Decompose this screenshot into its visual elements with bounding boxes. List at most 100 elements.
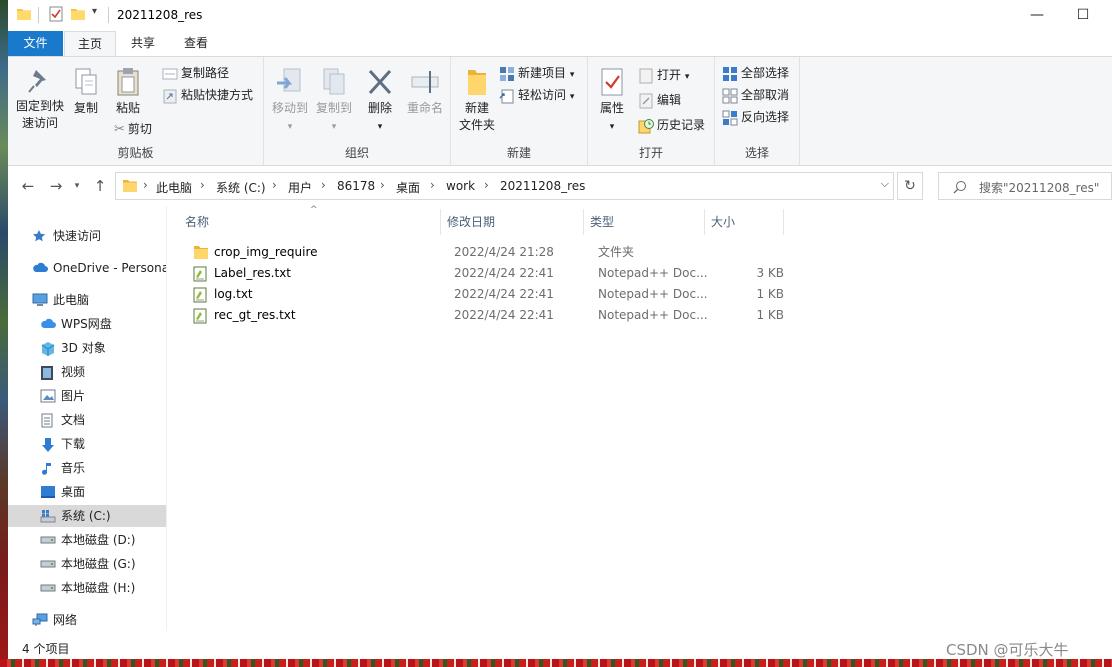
nav-item-videos[interactable]: 视频 (8, 361, 166, 383)
select-all-icon (723, 66, 737, 81)
column-header-name[interactable]: 名称 (185, 211, 435, 233)
column-separator[interactable] (783, 209, 784, 235)
address-dropdown-icon[interactable]: ⌵ (881, 177, 889, 191)
new-item-button[interactable]: 新建项目 ▾ (499, 63, 574, 83)
search-box[interactable]: 搜索"20211208_res" (938, 172, 1112, 200)
open-button[interactable]: 打开 ▾ (638, 65, 689, 85)
invert-selection-button[interactable]: 反向选择 (722, 107, 789, 127)
ribbon-tabs: 文件 主页 共享 查看 (8, 31, 1112, 57)
column-header-type[interactable]: 类型 (590, 211, 700, 233)
nav-item-pictures[interactable]: 图片 (8, 385, 166, 407)
copy-icon (75, 68, 97, 95)
tab-file[interactable]: 文件 (8, 31, 63, 56)
back-arrow-icon[interactable]: ← (17, 176, 39, 196)
file-list: ^ 名称 修改日期 类型 大小 crop_img_require 2022/4/… (167, 205, 1112, 631)
table-row[interactable]: rec_gt_res.txt 2022/4/24 22:41 Notepad++… (183, 305, 784, 326)
breadcrumb-86178[interactable]: 86178 (337, 179, 375, 193)
new-folder-icon[interactable] (70, 6, 86, 22)
paste-shortcut-button[interactable]: 粘贴快捷方式 (162, 85, 253, 105)
delete-label: 删除 (367, 101, 392, 115)
nav-item-this-pc[interactable]: 此电脑 (8, 289, 166, 311)
new-group: 新建 文件夹 新建项目 ▾ 轻松访问 ▾ 新建 (451, 57, 588, 165)
nav-item-drive-d[interactable]: 本地磁盘 (D:) (8, 529, 166, 551)
column-separator[interactable] (704, 209, 705, 235)
table-row[interactable]: crop_img_require 2022/4/24 21:28 文件夹 (183, 242, 783, 263)
file-modified: 2022/4/24 21:28 (454, 245, 554, 259)
pin-quick-access-button[interactable]: 固定到快 速访问 (14, 67, 66, 132)
breadcrumb-separator: › (484, 178, 489, 192)
edit-button[interactable]: 编辑 (638, 90, 681, 110)
new-folder-button[interactable]: 新建 文件夹 (455, 67, 499, 134)
column-header-size[interactable]: 大小 (711, 211, 781, 233)
nav-item-music[interactable]: 音乐 (8, 457, 166, 479)
nav-label: 本地磁盘 (H:) (61, 581, 136, 595)
video-icon (41, 366, 53, 380)
nav-item-network[interactable]: 网络 (8, 609, 166, 631)
breadcrumb-this-pc[interactable]: 此电脑 (156, 179, 192, 196)
nav-item-system-c[interactable]: 系统 (C:) (8, 505, 166, 527)
select-all-button[interactable]: 全部选择 (722, 63, 789, 83)
refresh-button[interactable]: ↻ (897, 172, 923, 200)
nav-item-documents[interactable]: 文档 (8, 409, 166, 431)
nav-item-drive-g[interactable]: 本地磁盘 (G:) (8, 553, 166, 575)
title-bar: ▾ 20211208_res — ☐ (8, 0, 1112, 31)
maximize-button[interactable]: ☐ (1060, 4, 1106, 26)
nav-item-desktop[interactable]: 桌面 (8, 481, 166, 503)
properties-button[interactable]: 属性 ▾ (594, 67, 630, 136)
table-row[interactable]: log.txt 2022/4/24 22:41 Notepad++ Doc...… (183, 284, 784, 305)
picture-icon (40, 389, 56, 403)
delete-button[interactable]: 删除 ▾ (364, 67, 396, 136)
move-to-button[interactable]: 移动到 ▾ (268, 67, 312, 136)
nav-label: 图片 (61, 389, 86, 403)
new-folder-icon (468, 70, 486, 95)
breadcrumb-current[interactable]: 20211208_res (500, 179, 585, 193)
history-icon (638, 118, 654, 133)
rename-button[interactable]: 重命名 (404, 67, 446, 117)
nav-item-drive-h[interactable]: 本地磁盘 (H:) (8, 577, 166, 599)
recent-locations-icon[interactable]: ▾ (66, 176, 88, 196)
up-arrow-icon[interactable]: ↑ (89, 176, 111, 196)
nav-label: 3D 对象 (61, 341, 106, 355)
address-bar[interactable]: › 此电脑 › 系统 (C:) › 用户 › 86178 › 桌面 › work… (115, 172, 894, 200)
nav-item-onedrive[interactable]: OneDrive - Personal (8, 257, 166, 279)
tab-view[interactable]: 查看 (170, 31, 222, 56)
breadcrumb-desktop[interactable]: 桌面 (396, 179, 420, 196)
nav-item-downloads[interactable]: 下载 (8, 433, 166, 455)
column-separator[interactable] (440, 209, 441, 235)
cut-button[interactable]: ✂ 剪切 (114, 119, 152, 139)
copy-to-button[interactable]: 复制到 ▾ (312, 67, 356, 136)
select-group: 全部选择 全部取消 反向选择 选择 (715, 57, 800, 165)
notepad-file-icon (193, 308, 207, 324)
watermark-text: CSDN @可乐大牛 (946, 641, 1069, 659)
nav-item-wps-cloud[interactable]: WPS网盘 (8, 313, 166, 335)
new-item-dropdown-icon: ▾ (569, 70, 575, 80)
open-group: 属性 ▾ 打开 ▾ 编辑 历史记录 打开 (588, 57, 715, 165)
paste-button[interactable]: 粘贴 (110, 67, 146, 117)
breadcrumb-system-c[interactable]: 系统 (C:) (216, 179, 266, 196)
tab-home[interactable]: 主页 (64, 31, 116, 57)
copy-to-label: 复制到 (315, 101, 352, 115)
nav-label: 文档 (61, 413, 86, 427)
file-type: Notepad++ Doc... (598, 266, 708, 280)
nav-item-3d-objects[interactable]: 3D 对象 (8, 337, 166, 359)
tab-share[interactable]: 共享 (118, 31, 168, 56)
nav-label: 此电脑 (53, 293, 90, 307)
select-none-button[interactable]: 全部取消 (722, 85, 789, 105)
forward-arrow-icon[interactable]: → (45, 176, 67, 196)
file-size: 1 KB (756, 287, 784, 301)
minimize-button[interactable]: — (1014, 4, 1060, 26)
easy-access-button[interactable]: 轻松访问 ▾ (499, 85, 574, 105)
properties-check-icon[interactable] (48, 6, 64, 22)
column-header-modified[interactable]: 修改日期 (447, 211, 577, 233)
customize-toolbar-icon[interactable]: ▾ (92, 6, 97, 17)
copy-button[interactable]: 复制 (68, 67, 104, 117)
file-size: 1 KB (756, 308, 784, 322)
copy-path-button[interactable]: 复制路径 (162, 63, 229, 83)
nav-item-quick-access[interactable]: 快速访问 (8, 225, 166, 247)
breadcrumb-work[interactable]: work (446, 179, 475, 193)
history-button[interactable]: 历史记录 (638, 115, 705, 135)
column-separator[interactable] (583, 209, 584, 235)
table-row[interactable]: Label_res.txt 2022/4/24 22:41 Notepad++ … (183, 263, 784, 284)
ribbon: 固定到快 速访问 复制 粘贴 复制路径 粘贴快捷方式 ✂ 剪切 剪贴板 移动到 … (8, 56, 1112, 166)
breadcrumb-users[interactable]: 用户 (288, 179, 312, 196)
